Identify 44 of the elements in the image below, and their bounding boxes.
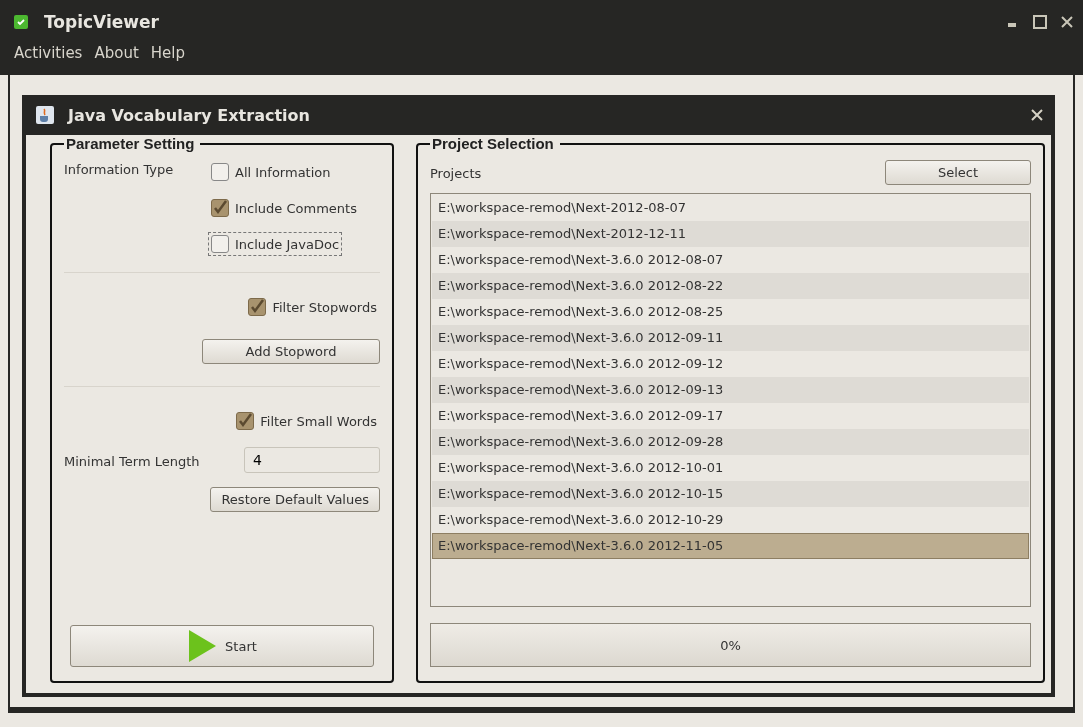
play-icon bbox=[187, 629, 218, 663]
select-button[interactable]: Select bbox=[885, 160, 1031, 185]
checkbox-option[interactable]: Include JavaDoc bbox=[208, 232, 343, 256]
start-button[interactable]: Start bbox=[70, 625, 374, 667]
close-icon[interactable] bbox=[1031, 109, 1043, 121]
group-title: Parameter Setting bbox=[65, 135, 196, 152]
list-item[interactable]: E:\workspace-remod\Next-3.6.0 2012-09-13 bbox=[432, 377, 1029, 403]
list-item[interactable]: E:\workspace-remod\Next-3.6.0 2012-09-17 bbox=[432, 403, 1029, 429]
checkbox-option[interactable]: Filter Small Words bbox=[233, 409, 380, 433]
menu-item[interactable]: Help bbox=[150, 44, 185, 62]
list-item[interactable]: E:\workspace-remod\Next-2012-12-11 bbox=[432, 221, 1029, 247]
check-icon bbox=[212, 200, 228, 216]
close-icon[interactable] bbox=[1061, 16, 1073, 28]
field-label: Minimal Term Length bbox=[64, 452, 200, 469]
list-item[interactable]: E:\workspace-remod\Next-3.6.0 2012-11-05 bbox=[432, 533, 1029, 559]
list-item[interactable]: E:\workspace-remod\Next-3.6.0 2012-10-29 bbox=[432, 507, 1029, 533]
progress-label: 0% bbox=[720, 637, 741, 653]
dialog-title: Java Vocabulary Extraction bbox=[68, 105, 310, 125]
maximize-icon[interactable] bbox=[1033, 15, 1047, 29]
checkbox-option[interactable]: All Information bbox=[208, 160, 334, 184]
list-item[interactable]: E:\workspace-remod\Next-3.6.0 2012-10-15 bbox=[432, 481, 1029, 507]
list-item[interactable]: E:\workspace-remod\Next-3.6.0 2012-08-22 bbox=[432, 273, 1029, 299]
add-stopword-button[interactable]: Add Stopword bbox=[202, 339, 380, 364]
check-icon bbox=[249, 299, 266, 315]
list-item[interactable]: E:\workspace-remod\Next-2012-08-07 bbox=[432, 195, 1029, 221]
input-field[interactable]: 4 bbox=[244, 447, 380, 473]
menu-item[interactable]: About bbox=[94, 44, 139, 62]
window-title: TopicViewer bbox=[44, 12, 159, 32]
check-icon bbox=[237, 413, 254, 429]
checkbox-option[interactable]: Include Comments bbox=[208, 196, 360, 220]
menu-item[interactable]: Activities bbox=[14, 44, 83, 62]
list-item[interactable]: E:\workspace-remod\Next-3.6.0 2012-09-11 bbox=[432, 325, 1029, 351]
list-item[interactable]: E:\workspace-remod\Next-3.6.0 2012-09-12 bbox=[432, 351, 1029, 377]
list-item[interactable]: E:\workspace-remod\Next-3.6.0 2012-09-28 bbox=[432, 429, 1029, 455]
group-title: Project Selection bbox=[431, 135, 555, 152]
app-icon bbox=[14, 15, 28, 29]
restore-defaults-button[interactable]: Restore Default Values bbox=[210, 487, 380, 512]
list-item[interactable]: E:\workspace-remod\Next-3.6.0 2012-08-25 bbox=[432, 299, 1029, 325]
cup-icon bbox=[36, 106, 54, 124]
list-item[interactable]: E:\workspace-remod\Next-3.6.0 2012-10-01 bbox=[432, 455, 1029, 481]
field-label: Information Type bbox=[64, 161, 174, 177]
list-item[interactable]: E:\workspace-remod\Next-3.6.0 2012-08-07 bbox=[432, 247, 1029, 273]
checkbox-option[interactable]: Filter Stopwords bbox=[245, 295, 380, 319]
field-label: Projects bbox=[430, 165, 482, 181]
